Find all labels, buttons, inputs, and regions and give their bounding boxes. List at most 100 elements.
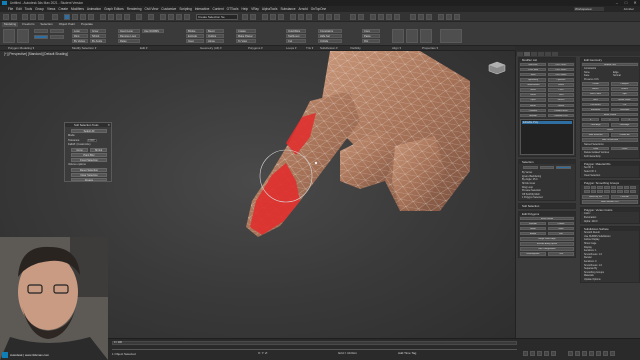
outline-button[interactable]: Outline [206,34,224,38]
cut-button[interactable]: Cut [611,102,638,107]
user-account[interactable]: JAmber [624,7,634,11]
bevel-button[interactable]: Bevel [520,226,546,231]
attach-button[interactable]: Attach [582,87,609,91]
stack-item-editable-poly[interactable]: Editable Poly [522,121,572,125]
tool-f-icon[interactable] [426,14,432,20]
modifier-button[interactable]: Relax [548,83,574,87]
edge-mode-button[interactable] [50,29,64,33]
modifier-button[interactable]: Shell [520,72,546,77]
tab-populate[interactable]: Populate [79,22,95,27]
window-crossing-icon[interactable] [88,14,94,20]
material-big-button[interactable] [440,29,462,43]
copy-button[interactable]: Copy [362,29,380,33]
modifier-button[interactable]: Twist [548,93,574,97]
tool-a-icon[interactable] [378,14,384,20]
modifier-button[interactable]: Unwrap UVW [548,113,574,118]
menu-group[interactable]: Group [35,7,44,11]
reset-selection-button[interactable]: Reset Selection [71,168,107,172]
by-vertex-button[interactable]: By Vertex [72,39,88,43]
hide-selected-button[interactable]: Hide Selected [582,133,609,137]
layer-explorer-icon[interactable] [270,14,276,20]
flip-button[interactable]: Flip [548,231,574,236]
inset-button[interactable]: Inset [548,226,574,231]
constraint-normal[interactable]: Normal [610,74,639,78]
quickslice-button[interactable]: QuickSlice [582,102,609,107]
menu-modifiers[interactable]: Modifiers [71,7,84,11]
modifier-button[interactable]: Chamfer [520,108,546,113]
display-tab-icon[interactable] [545,51,551,56]
render-setup-icon[interactable] [318,14,324,20]
edge-subobject-icon[interactable] [539,165,555,170]
viewcube-icon[interactable] [488,61,506,75]
maximize-viewport-icon[interactable] [610,351,615,356]
remove-loop-button[interactable]: Remove Loop [118,34,140,38]
menu-edit[interactable]: Edit [16,7,22,11]
unlink-icon[interactable] [30,14,36,20]
relax-button[interactable]: Relax [582,128,638,132]
undo-icon[interactable] [3,14,9,20]
motion-tab-icon[interactable] [538,51,544,56]
menu-graph-editors[interactable]: Graph Editors [104,7,124,11]
menu-tools[interactable]: Tools [25,7,32,11]
create-button[interactable]: Create [582,82,609,86]
vertex-subobject-icon[interactable] [523,165,538,170]
tab-object-paint[interactable]: Object Paint [57,22,77,27]
reset-plane-button[interactable]: Reset Plane [611,97,638,102]
edit-triangulation-button[interactable]: Edit Triangulation [520,247,574,251]
paste-button[interactable]: Paste [611,146,638,151]
properties-big-button[interactable] [420,29,432,43]
add-time-tag[interactable]: Add Time Tag [398,351,416,355]
percent-snap-icon[interactable] [176,14,182,20]
rendered-frame-icon[interactable] [326,14,332,20]
tab-modeling[interactable]: Modeling [2,22,19,27]
grid-align-button[interactable]: Grid Align [611,123,638,127]
collapse-button[interactable]: Collapse [611,82,638,86]
create-button[interactable]: Create [236,29,256,33]
constraints-button[interactable]: Constraints [318,29,342,33]
soft-selection-rollout-header[interactable]: Soft Selection [519,203,575,208]
sg-button[interactable] [630,190,636,194]
sg-button[interactable] [590,186,597,190]
modify-mode-button[interactable] [3,29,15,43]
flip-button[interactable]: Flip [362,39,380,43]
modifier-button[interactable]: FFD 2x2x2 [548,62,574,67]
tab-selection[interactable]: Selection [38,22,54,27]
dialog-close-icon[interactable]: ✕ [107,123,110,127]
curve-editor-icon[interactable] [290,14,296,20]
zoom-extents-icon[interactable] [582,351,587,356]
pan-icon[interactable] [596,351,601,356]
by-angle-button[interactable]: By Angle [90,39,106,43]
msmooth-button[interactable]: MSmooth [582,107,609,112]
outline-button[interactable]: Outline [548,221,574,226]
ribbon-toggle-icon[interactable] [278,14,284,20]
loop-button[interactable]: Loop [72,29,88,33]
vray-icon[interactable] [350,14,356,20]
menu-help[interactable]: Help [242,7,249,11]
copy-button[interactable]: Copy [582,146,609,151]
previous-frame-icon[interactable] [530,351,535,356]
dialog-title[interactable]: Soft Selection Tools [65,123,111,127]
create-tab-icon[interactable] [517,51,523,56]
sg-button[interactable] [590,190,597,194]
spinner-snap-icon[interactable] [184,14,190,20]
placement-icon[interactable] [124,14,130,20]
fixed-selection-button[interactable]: Fixed Selection [71,158,107,162]
shrink-button[interactable]: Shrink [90,34,106,38]
alpha-field[interactable]: Alpha: 100.0 [581,220,639,224]
menu-substance[interactable]: Substance [280,7,295,11]
select-by-sg-button[interactable]: Select By SG [582,195,609,199]
menu-arnold[interactable]: Arnold [299,7,308,11]
select-by-name-icon[interactable] [72,14,78,20]
scale-icon[interactable] [116,14,122,20]
to-view-button[interactable]: To View [236,39,256,43]
tool-b-icon[interactable] [386,14,392,20]
coordinate-readout[interactable]: X: Y: Z: [258,351,268,355]
tool-e-icon[interactable] [418,14,424,20]
workspace-dropdown[interactable]: Workspaces: [574,7,604,11]
redo-icon[interactable] [11,14,17,20]
use-nurms-button[interactable]: Use NURMS [142,29,164,33]
menu-interactive[interactable]: Interactive [195,7,210,11]
modifier-button[interactable]: Quadify Mesh [548,108,574,113]
sg-button[interactable] [623,186,630,190]
unhide-button[interactable]: Unhide [318,39,342,43]
